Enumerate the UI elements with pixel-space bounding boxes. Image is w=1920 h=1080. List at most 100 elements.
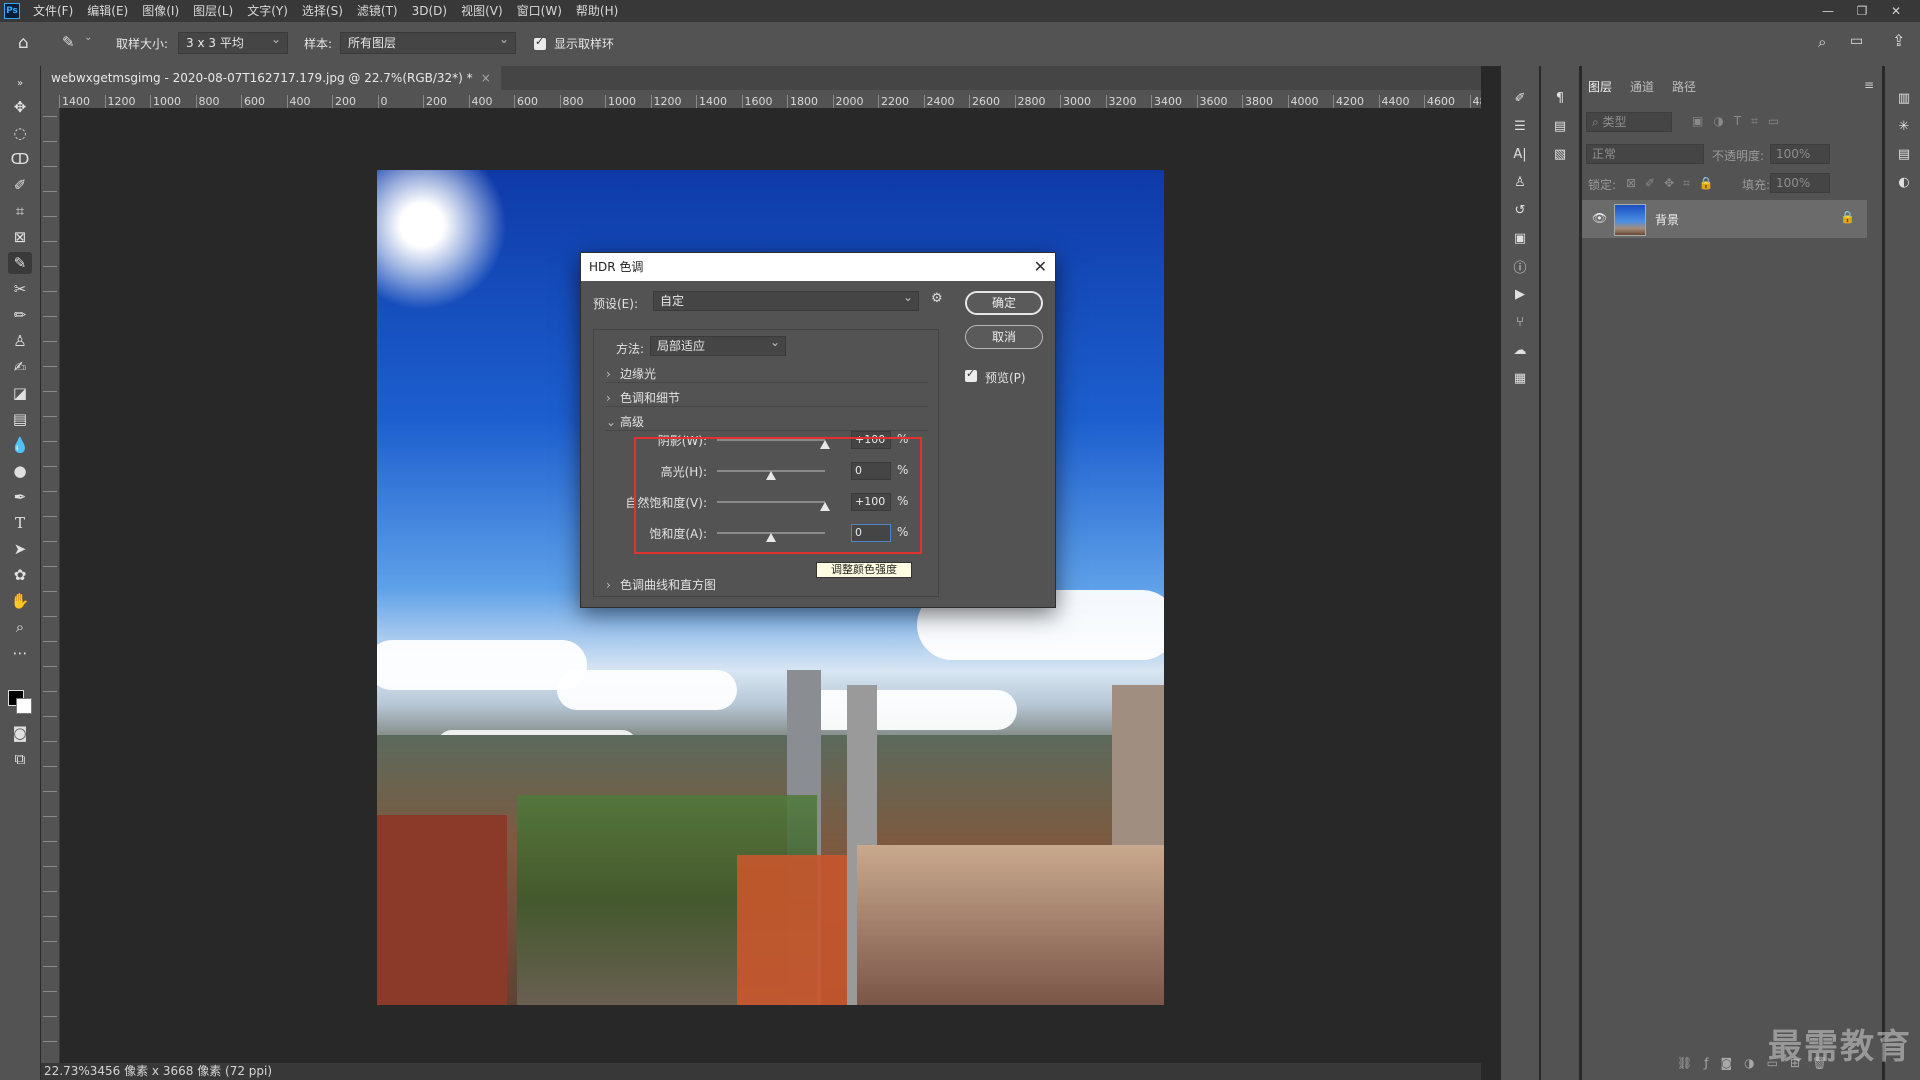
paragraph-icon[interactable]: ¶ (1550, 88, 1570, 108)
pen-tool-icon[interactable]: ✒ (8, 486, 32, 508)
eyedropper-icon[interactable]: ✎ (62, 33, 75, 51)
background-color-swatch[interactable] (16, 698, 32, 714)
menu-select[interactable]: 选择(S) (295, 0, 350, 22)
tools-panel: » ✥ ◌ ↀ ✐ ⌗ ⊠ ✎ ✂ ✏ ♙ ✍ ◪ ▤ 💧 ● ✒ T ➤ ✿ … (0, 66, 41, 1080)
clone-source-icon[interactable]: ♙ (1510, 172, 1530, 192)
stamp-tool-icon[interactable]: ♙ (8, 330, 32, 352)
menu-view[interactable]: 视图(V) (454, 0, 510, 22)
section-tone-detail[interactable]: › 色调和细节 (606, 389, 680, 406)
quick-select-tool-icon[interactable]: ✐ (8, 174, 32, 196)
history-brush-icon[interactable]: ✍ (8, 356, 32, 378)
sample-size-select[interactable]: 3 x 3 平均 (178, 29, 288, 54)
blend-mode-select[interactable]: 正常 (1586, 144, 1704, 164)
layer-filter-select[interactable]: ⌕ 类型 (1586, 112, 1672, 132)
screen-mode-icon[interactable]: ⧉ (8, 748, 32, 770)
menu-edit[interactable]: 编辑(E) (80, 0, 135, 22)
menu-filter[interactable]: 滤镜(T) (350, 0, 405, 22)
histogram-icon[interactable]: ▥ (1894, 88, 1914, 108)
share-icon[interactable]: ⇪ (1892, 31, 1905, 50)
table-icon[interactable]: ▦ (1510, 368, 1530, 388)
properties-icon[interactable]: ▣ (1510, 228, 1530, 248)
tab-paths[interactable]: 路径 (1672, 78, 1696, 95)
restore-button[interactable]: ❐ (1846, 0, 1878, 22)
adjustments-icon[interactable]: ☰ (1510, 116, 1530, 136)
close-window-button[interactable]: ✕ (1880, 0, 1912, 22)
shape-tool-icon[interactable]: ✿ (8, 564, 32, 586)
close-icon[interactable]: ✕ (1034, 253, 1047, 281)
opacity-input[interactable]: 100% (1770, 144, 1830, 164)
divider (606, 382, 928, 383)
paths-icon[interactable]: ⑂ (1510, 312, 1530, 332)
layer-name[interactable]: 背景 (1655, 211, 1679, 228)
marquee-tool-icon[interactable]: ◌ (8, 122, 32, 144)
eraser-tool-icon[interactable]: ◪ (8, 382, 32, 404)
fill-input[interactable]: 100% (1770, 173, 1830, 193)
close-tab-icon[interactable]: × (481, 71, 491, 85)
menu-window[interactable]: 窗口(W) (510, 0, 569, 22)
menu-layer[interactable]: 图层(L) (186, 0, 240, 22)
zoom-tool-icon[interactable]: ⌕ (8, 616, 32, 638)
glyphs-icon[interactable]: ▤ (1550, 116, 1570, 136)
layer-row-background[interactable]: 👁 背景 🔒 (1582, 200, 1867, 238)
info-icon[interactable]: ⓘ (1510, 256, 1530, 276)
actions-play-icon[interactable]: ▶ (1510, 284, 1530, 304)
lasso-tool-icon[interactable]: ↀ (8, 148, 32, 170)
navigator-icon[interactable]: ✳ (1894, 116, 1914, 136)
3d-icon[interactable]: ☁ (1510, 340, 1530, 360)
dodge-tool-icon[interactable]: ● (8, 460, 32, 482)
menu-type[interactable]: 文字(Y) (240, 0, 295, 22)
home-icon[interactable]: ⌂ (18, 33, 29, 53)
menu-help[interactable]: 帮助(H) (569, 0, 625, 22)
hand-tool-icon[interactable]: ✋ (8, 590, 32, 612)
section-edge-glow[interactable]: › 边缘光 (606, 365, 656, 382)
more-tools-icon[interactable]: ⋯ (8, 642, 32, 664)
blur-tool-icon[interactable]: 💧 (8, 434, 32, 456)
tab-channels[interactable]: 通道 (1630, 78, 1654, 95)
ruler-tick (43, 566, 57, 567)
menu-3d[interactable]: 3D(D) (405, 0, 454, 22)
filter-icons[interactable]: ▣◑T⌗▭ (1692, 114, 1789, 129)
preset-select[interactable]: 自定 (653, 288, 919, 311)
frame-tool-icon[interactable]: ⊠ (8, 226, 32, 248)
brush-settings-icon[interactable]: ✐ (1510, 88, 1530, 108)
type-tool-icon[interactable]: T (8, 512, 32, 534)
workspace-icon[interactable]: ▭ (1850, 33, 1863, 49)
chevron-down-icon[interactable]: ⌄ (84, 32, 92, 43)
eye-icon[interactable]: 👁 (1592, 211, 1607, 225)
history-icon[interactable]: ↺ (1510, 200, 1530, 220)
notes-icon[interactable]: ▧ (1550, 144, 1570, 164)
dialog-title-bar[interactable]: HDR 色调 ✕ (581, 253, 1055, 281)
color-icon[interactable]: ◐ (1894, 172, 1914, 192)
healing-tool-icon[interactable]: ✂ (8, 278, 32, 300)
tab-layers[interactable]: 图层 (1588, 78, 1612, 95)
minimize-button[interactable]: — (1812, 0, 1844, 22)
character-icon[interactable]: A| (1510, 144, 1530, 164)
ruler-tick: 3600 (1196, 95, 1228, 108)
menu-file[interactable]: 文件(F) (26, 0, 80, 22)
gear-icon[interactable]: ⚙ (931, 291, 943, 306)
collapse-icon[interactable]: » (8, 72, 32, 94)
gradient-tool-icon[interactable]: ▤ (8, 408, 32, 430)
ok-button[interactable]: 确定 (965, 291, 1043, 315)
menu-image[interactable]: 图像(I) (135, 0, 186, 22)
crop-tool-icon[interactable]: ⌗ (8, 200, 32, 222)
path-select-icon[interactable]: ➤ (8, 538, 32, 560)
eyedropper-tool-icon[interactable]: ✎ (8, 252, 32, 274)
brush-tool-icon[interactable]: ✏ (8, 304, 32, 326)
sample-select[interactable]: 所有图层 (340, 29, 516, 54)
search-icon[interactable]: ⌕ (1818, 33, 1826, 51)
section-advanced[interactable]: ⌄ 高级 (606, 413, 644, 430)
quick-mask-icon[interactable]: ◙ (8, 722, 32, 744)
section-curve-histogram[interactable]: › 色调曲线和直方图 (606, 576, 716, 593)
panel-menu-icon[interactable]: ≡ (1864, 78, 1874, 92)
method-select[interactable]: 局部适应 (650, 333, 786, 356)
show-ring-checkbox[interactable] (534, 35, 546, 50)
move-tool-icon[interactable]: ✥ (8, 96, 32, 118)
ruler-tick (43, 966, 57, 967)
ruler-tick (43, 841, 57, 842)
cancel-button[interactable]: 取消 (965, 325, 1043, 349)
lock-icons[interactable]: ⊠✐✥⌗🔒 (1626, 176, 1723, 191)
preview-checkbox[interactable] (965, 367, 977, 382)
document-tab[interactable]: webwxgetmsgimg - 2020-08-07T162717.179.j… (41, 66, 501, 90)
libraries-icon[interactable]: ▤ (1894, 144, 1914, 164)
